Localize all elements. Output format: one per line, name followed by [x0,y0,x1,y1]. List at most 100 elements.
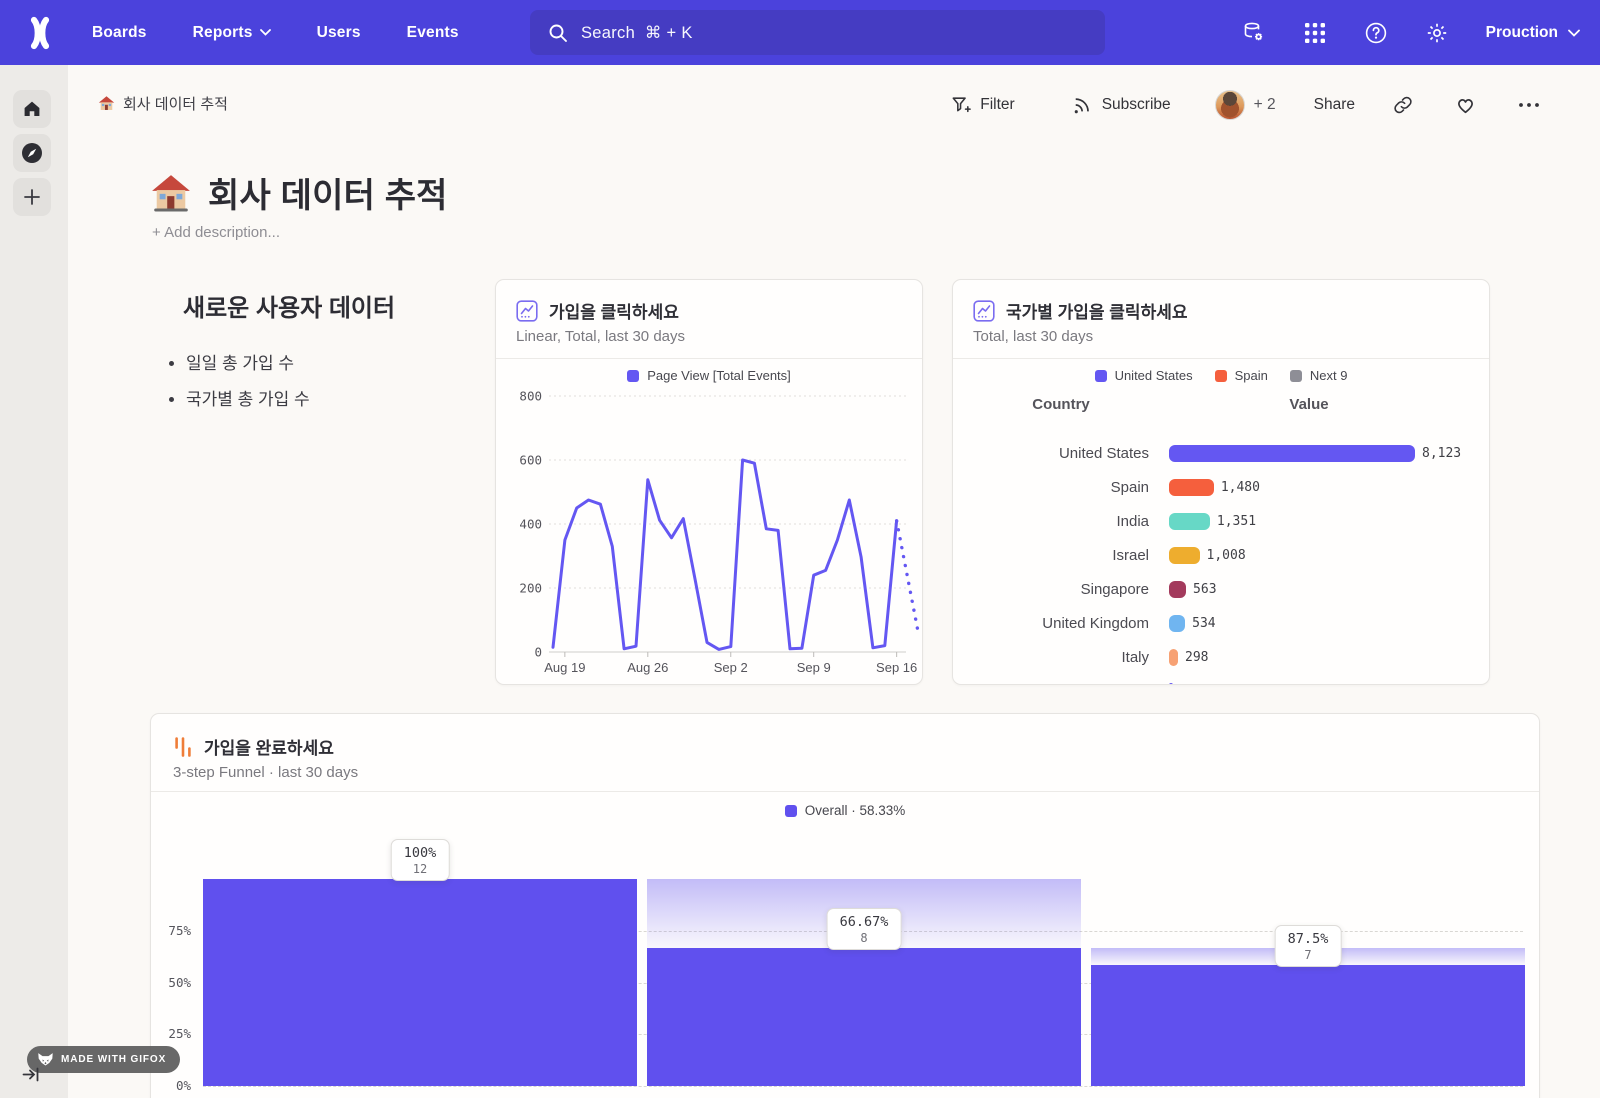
board-action-bar: Filter Subscribe + 2 Share [951,90,1540,120]
filter-button[interactable]: Filter [951,95,1014,115]
legend-item[interactable]: Overall · 58.33% [785,803,906,818]
more-menu-button[interactable] [1518,102,1540,108]
settings-gear-icon[interactable] [1425,21,1449,45]
value-bar[interactable] [1169,479,1214,496]
mixpanel-dashboard: Boards Reports Users Events Search ⌘ + K [0,0,1600,1098]
card-title[interactable]: 국가별 가입을 클릭하세요 [1006,298,1188,323]
value-bar[interactable] [1169,649,1178,666]
gifox-badge[interactable]: MADE WITH GIFOX [27,1046,180,1073]
apps-grid-icon[interactable] [1303,21,1327,45]
funnel-tooltip: 100%12 [391,839,450,881]
project-switcher[interactable]: Prouction [1486,24,1580,42]
ellipsis-icon [1518,102,1540,108]
nav-item-events[interactable]: Events [407,24,459,42]
bar-rows: United States8,123Spain1,480India1,351Is… [953,436,1489,685]
value-label: 563 [1193,582,1216,597]
table-row[interactable] [953,674,1489,685]
divider [953,358,1489,359]
funnel-chart-card[interactable]: 가입을 완료하세요 3-step Funnel · last 30 days O… [150,713,1540,1098]
bar-chart-card[interactable]: 국가별 가입을 클릭하세요 Total, last 30 days United… [952,279,1490,685]
funnel-bar[interactable] [1091,965,1525,1086]
discover-button[interactable] [13,134,51,172]
legend-item[interactable]: Page View [Total Events] [627,368,791,383]
legend-item[interactable]: Next 9 [1290,368,1348,383]
funnel-step[interactable]: 87.5%7 [1091,879,1525,1086]
breadcrumb[interactable]: 회사 데이터 추적 [98,93,228,114]
value-label: 8,123 [1422,446,1461,461]
card-title[interactable]: 가입을 완료하세요 [204,734,334,759]
legend-swatch [1215,370,1227,382]
compass-icon [21,142,43,164]
legend-swatch [785,805,797,817]
y-tick-label: 0% [151,1078,191,1093]
funnel-plot[interactable]: 100%1266.67%8 87.5%7 [203,879,1525,1086]
table-row[interactable]: United States8,123 [953,436,1489,470]
funnel-bar[interactable] [203,879,637,1086]
y-tick-label: 800 [519,389,542,404]
subscribe-button[interactable]: Subscribe [1073,95,1171,115]
home-icon [22,99,42,119]
value-bar[interactable] [1169,581,1186,598]
chevron-down-icon [1568,29,1580,37]
table-row[interactable]: Singapore563 [953,572,1489,606]
add-description-button[interactable]: + Add description... [152,224,280,241]
plus-icon [23,188,41,206]
funnel-bar[interactable] [647,948,1081,1086]
table-row[interactable]: Israel 1,008 [953,538,1489,572]
country-label: Israel [953,547,1149,564]
help-icon[interactable] [1364,21,1388,45]
table-row[interactable]: Spain1,480 [953,470,1489,504]
value-label: 1,008 [1207,548,1246,563]
share-button[interactable]: Share [1314,96,1355,114]
copy-link-button[interactable] [1393,95,1413,115]
create-board-button[interactable] [13,178,51,216]
table-row[interactable]: Italy298 [953,640,1489,674]
funnel-step[interactable]: 66.67%8 [647,879,1081,1086]
x-tick-label: Sep 2 [714,660,748,675]
legend-item[interactable]: United States [1095,368,1193,383]
collaborators[interactable]: + 2 [1215,90,1276,120]
collaborators-count: + 2 [1254,96,1276,114]
value-bar[interactable] [1169,513,1210,530]
value-bar[interactable] [1169,547,1200,564]
line-chart-plot[interactable]: 0200400600800Aug 19Aug 26Sep 2Sep 9Sep 1… [508,386,920,682]
text-widget: 새로운 사용자 데이터 일일 총 가입 수 국가별 총 가입 수 [150,280,490,421]
line-chart-card[interactable]: 가입을 클릭하세요 Linear, Total, last 30 days Pa… [495,279,923,685]
mixpanel-logo-icon[interactable] [22,15,58,51]
search-input[interactable]: Search ⌘ + K [530,10,1105,55]
country-label: United Kingdom [953,615,1149,632]
avatar [1215,90,1245,120]
nav-item-boards[interactable]: Boards [92,24,147,42]
arrow-to-bar-icon [22,1066,41,1083]
chart-legend: United States Spain Next 9 [953,368,1489,383]
value-label: 534 [1192,616,1215,631]
value-bar[interactable] [1169,683,1173,686]
data-management-icon[interactable] [1242,21,1266,45]
page-title-text[interactable]: 회사 데이터 추적 [208,168,448,217]
table-header: Country Value [953,396,1489,413]
card-subtitle: 3-step Funnel · last 30 days [173,764,358,781]
house-icon [98,95,115,112]
legend-swatch [1095,370,1107,382]
y-tick-label: 400 [519,517,542,532]
nav-menu: Boards Reports Users Events [92,0,459,65]
filter-icon [951,95,971,115]
breadcrumb-label: 회사 데이터 추적 [123,93,228,114]
divider [151,791,1539,792]
nav-item-reports[interactable]: Reports [193,24,271,42]
search-icon [548,23,568,43]
nav-item-users[interactable]: Users [317,24,361,42]
table-row[interactable]: United Kingdom 534 [953,606,1489,640]
legend-item[interactable]: Spain [1215,368,1268,383]
favorite-button[interactable] [1455,95,1476,115]
chevron-down-icon [260,29,271,36]
card-title[interactable]: 가입을 클릭하세요 [549,298,679,323]
table-row[interactable]: India1,351 [953,504,1489,538]
column-header-value: Value [1169,396,1449,413]
value-bar[interactable] [1169,445,1415,462]
value-bar[interactable] [1169,615,1185,632]
home-button[interactable] [13,90,51,128]
funnel-tooltip: 87.5%7 [1275,925,1342,967]
funnel-step[interactable]: 100%12 [203,879,637,1086]
expand-sidebar-button[interactable] [22,1066,41,1083]
